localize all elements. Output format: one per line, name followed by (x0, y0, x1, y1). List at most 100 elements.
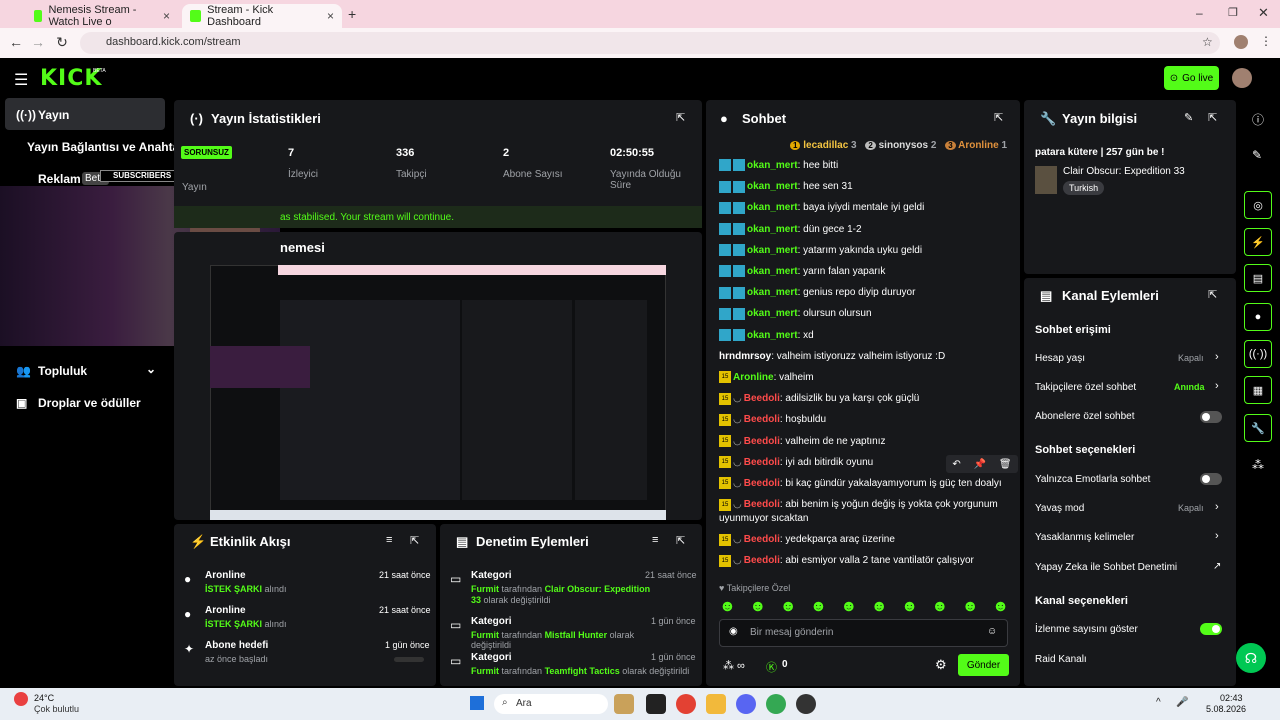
chat-username[interactable]: Beedoli (744, 499, 780, 510)
chat-username[interactable]: Beedoli (744, 555, 780, 566)
chat-message[interactable]: 15 ◡ Beedoli: hoşbuldu (719, 413, 1009, 427)
sidebar-item-stream-key[interactable]: Yayın Bağlantısı ve Anahtarı (27, 140, 187, 154)
viewcount-toggle[interactable] (1200, 623, 1222, 635)
account-age-label[interactable]: Hesap yaşı (1035, 353, 1085, 364)
filter-icon[interactable]: ≡ (652, 534, 658, 546)
chat-username[interactable]: okan_mert (747, 287, 798, 298)
minimize-icon[interactable]: – (1196, 6, 1203, 20)
taskbar-app-icon[interactable] (614, 694, 634, 714)
chat-message[interactable]: okan_mert: hee bitti (719, 159, 1009, 173)
new-tab-icon[interactable]: + (348, 6, 356, 22)
reload-icon[interactable]: ↻ (54, 34, 70, 51)
info-icon[interactable]: ⓘ (1252, 111, 1264, 128)
browser-menu-icon[interactable]: ⋮ (1260, 34, 1272, 48)
restore-icon[interactable]: ❐ (1228, 6, 1238, 19)
infinity-icon[interactable]: ⁂ ∞ (723, 659, 745, 672)
support-icon[interactable]: ☊ (1236, 643, 1266, 673)
hamburger-menu-icon[interactable]: ☰ (14, 70, 28, 90)
chat-message[interactable]: 15 ◡ Beedoli: valheim de ne yaptınız (719, 434, 1009, 449)
chat-username[interactable]: okan_mert (747, 245, 798, 256)
emote-icon[interactable]: ☻ (992, 598, 1009, 615)
chat-message[interactable]: 15 Aronline: valheim (719, 371, 1009, 385)
reply-icon[interactable]: ↶ (952, 459, 960, 470)
popout-icon[interactable]: ⇱ (410, 534, 419, 547)
browser-tab-1[interactable]: Nemesis Stream - Watch Live o × (26, 4, 178, 28)
discord-icon[interactable] (736, 694, 756, 714)
emote-icon[interactable]: ☻ (901, 598, 918, 615)
sidebar-item-community[interactable]: Topluluk (38, 364, 87, 378)
broadcast-icon[interactable]: ((·)) (1244, 340, 1272, 368)
wrench-icon[interactable]: 🔧 (1244, 414, 1272, 442)
subs-chat-toggle[interactable] (1200, 411, 1222, 423)
chat-message[interactable]: 15 ◡ Beedoli: abi benim iş yoğun değiş iş … (719, 498, 1009, 526)
edit-icon[interactable]: ✎ (1184, 111, 1193, 124)
chevron-right-icon[interactable]: › (1215, 380, 1219, 392)
popout-icon[interactable]: ⇱ (676, 111, 685, 124)
pencil-icon[interactable]: ✎ (1252, 148, 1262, 162)
emote-icon[interactable]: ☻ (871, 598, 888, 615)
chat-message[interactable]: okan_mert: genius repo diyip duruyor (719, 286, 1009, 300)
chat-username[interactable]: Beedoli (744, 414, 780, 425)
chat-username[interactable]: Beedoli (744, 478, 780, 489)
window-close-icon[interactable]: ✕ (1258, 5, 1269, 21)
forward-icon[interactable]: → (30, 34, 46, 50)
bolt-icon[interactable]: ⚡ (1244, 228, 1272, 256)
go-live-button[interactable]: ⊙ Go live (1164, 66, 1219, 90)
chat-message[interactable]: okan_mert: xd (719, 328, 1009, 343)
sidebar-item-ads[interactable]: Reklam (38, 172, 81, 186)
chat-username[interactable]: okan_mert (747, 308, 798, 319)
folder-icon[interactable] (706, 694, 726, 714)
community-icon[interactable]: ⁂ (1252, 458, 1264, 472)
chat-message[interactable]: 15 ◡ Beedoli: abi esmiyor valla 2 tane van… (719, 554, 1009, 568)
chat-message[interactable]: okan_mert: baya iyiydi mentale iyi geldi (719, 201, 1009, 215)
pin-icon[interactable]: 📌 (974, 459, 986, 470)
windows-start-icon[interactable] (470, 696, 484, 710)
chat-username[interactable]: Beedoli (744, 436, 780, 447)
chat-message[interactable]: 15 ◡ Beedoli: yedekparça araç üzerine (719, 533, 1009, 547)
chevron-right-icon[interactable]: › (1215, 501, 1219, 513)
emote-icon[interactable]: ☻ (840, 598, 857, 615)
settings-icon[interactable]: ⚙ (935, 657, 947, 673)
mic-icon[interactable]: 🎤 (1176, 697, 1188, 708)
browser-tab-2[interactable]: Stream - Kick Dashboard × (182, 4, 342, 28)
camera-icon[interactable]: ◎ (1244, 191, 1272, 219)
doc-icon[interactable]: ▤ (1244, 264, 1272, 292)
popout-icon[interactable]: ⇱ (1208, 288, 1217, 301)
chat-username[interactable]: okan_mert (747, 202, 798, 213)
chat-username[interactable]: okan_mert (747, 224, 798, 235)
taskbar-app-icon[interactable] (646, 694, 666, 714)
chat-username[interactable]: okan_mert (747, 266, 798, 277)
ai-moderation-label[interactable]: Yapay Zeka ile Sohbet Denetimi (1035, 562, 1177, 573)
chat-message[interactable]: okan_mert: olursun olursun (719, 307, 1009, 321)
sidebar-item-drops[interactable]: Droplar ve ödüller (38, 396, 141, 410)
chevron-right-icon[interactable]: › (1215, 530, 1219, 542)
chat-message[interactable]: 15 ◡ Beedoli: bi kaç gündür yakalayamıyoru… (719, 477, 1009, 491)
emote-icon[interactable]: ☻ (931, 598, 948, 615)
popout-icon[interactable]: ⇱ (1208, 111, 1217, 124)
panel-icon[interactable]: ▦ (1244, 376, 1272, 404)
chrome-icon[interactable] (676, 694, 696, 714)
chat-username[interactable]: Aronline (733, 372, 774, 383)
chat-username[interactable]: Beedoli (744, 534, 780, 545)
chat-username[interactable]: Beedoli (744, 457, 780, 468)
chat-icon[interactable]: ● (1244, 303, 1272, 331)
emote-icon[interactable]: ☻ (780, 598, 797, 615)
chevron-down-icon[interactable]: ⌄ (146, 362, 156, 376)
chrome-icon[interactable] (766, 694, 786, 714)
tray-chevron-icon[interactable]: ^ (1156, 697, 1161, 708)
raid-label[interactable]: Raid Kanalı (1035, 654, 1087, 665)
chat-username[interactable]: Beedoli (744, 393, 780, 404)
popout-icon[interactable]: ⇱ (994, 111, 1003, 124)
delete-icon[interactable]: 🗑 (999, 459, 1012, 470)
chevron-right-icon[interactable]: › (1215, 351, 1219, 363)
slow-mode-label[interactable]: Yavaş mod (1035, 503, 1084, 514)
chat-username[interactable]: okan_mert (747, 181, 798, 192)
chat-message[interactable]: 15 ◡ Beedoli: adilsizlik bu ya karşı çok g… (719, 392, 1009, 406)
user-avatar[interactable] (1232, 68, 1252, 88)
chat-username[interactable]: okan_mert (747, 330, 798, 341)
external-link-icon[interactable]: ↗ (1213, 561, 1221, 572)
chat-username[interactable]: hrndmrsoy (719, 351, 771, 362)
followers-chat-label[interactable]: Takipçilere özel sohbet (1035, 382, 1136, 393)
send-button[interactable]: Gönder (958, 654, 1009, 676)
chat-message[interactable]: okan_mert: yatarım yakında uyku geldi (719, 244, 1009, 258)
